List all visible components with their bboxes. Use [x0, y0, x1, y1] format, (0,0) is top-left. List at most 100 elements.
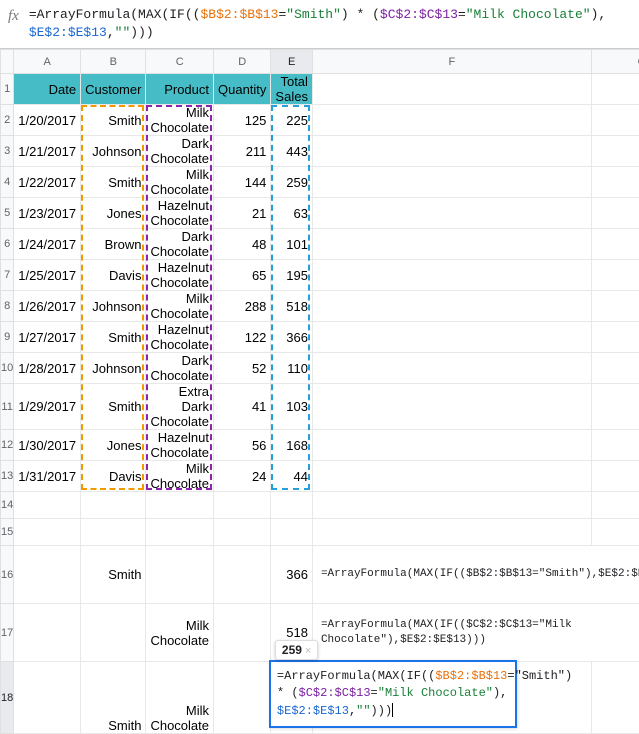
col-header-F[interactable]: F [312, 50, 591, 74]
cell[interactable] [591, 229, 639, 260]
cell[interactable]: 122 [214, 322, 271, 353]
cell[interactable]: Milk Chocolate [146, 604, 214, 662]
cell[interactable] [14, 604, 81, 662]
cell[interactable]: 168 [271, 430, 313, 461]
cell[interactable] [312, 74, 591, 105]
cell[interactable]: Hazelnut Chocolate [146, 260, 214, 291]
cell[interactable]: 366 [271, 322, 313, 353]
row-header[interactable]: 4 [1, 167, 14, 198]
row-header[interactable]: 9 [1, 322, 14, 353]
cell[interactable]: Date [14, 74, 81, 105]
cell[interactable]: 21 [214, 198, 271, 229]
cell[interactable]: Johnson [81, 353, 146, 384]
cell[interactable]: 259 [271, 167, 313, 198]
cell[interactable] [591, 74, 639, 105]
cell[interactable]: 366 [271, 546, 313, 604]
formula-bar-content[interactable]: =ArrayFormula(MAX(IF(($B$2:$B$13="Smith"… [29, 6, 631, 42]
cell[interactable]: 24 [214, 461, 271, 492]
cell[interactable] [14, 546, 81, 604]
cell[interactable] [591, 519, 639, 546]
cell[interactable] [591, 492, 639, 519]
row-header[interactable]: 3 [1, 136, 14, 167]
cell[interactable]: Smith [81, 167, 146, 198]
cell[interactable]: 41 [214, 384, 271, 430]
cell[interactable] [591, 167, 639, 198]
col-header-C[interactable]: C [146, 50, 214, 74]
cell[interactable] [312, 229, 591, 260]
cell[interactable]: Hazelnut Chocolate [146, 322, 214, 353]
cell[interactable] [214, 604, 271, 662]
cell[interactable] [214, 492, 271, 519]
row-header[interactable]: 18 [1, 662, 14, 734]
cell[interactable] [146, 546, 214, 604]
cell[interactable]: Jones [81, 198, 146, 229]
cell[interactable]: 1/25/2017 [14, 260, 81, 291]
cell[interactable]: 125 [214, 105, 271, 136]
cell[interactable] [214, 546, 271, 604]
cell[interactable]: Hazelnut Chocolate [146, 198, 214, 229]
row-header[interactable]: 8 [1, 291, 14, 322]
row-header[interactable]: 1 [1, 74, 14, 105]
tooltip-close-icon[interactable]: × [305, 645, 311, 657]
cell[interactable]: 44 [271, 461, 313, 492]
row-header[interactable]: 6 [1, 229, 14, 260]
cell[interactable] [591, 105, 639, 136]
row-header[interactable]: 2 [1, 105, 14, 136]
cell[interactable]: 144 [214, 167, 271, 198]
cell[interactable]: =ArrayFormula(MAX(IF(($B$2:$B$13="Smith"… [312, 546, 639, 604]
cell[interactable]: 1/31/2017 [14, 461, 81, 492]
select-all-corner[interactable] [1, 50, 14, 74]
cell[interactable]: 211 [214, 136, 271, 167]
cell[interactable]: 1/22/2017 [14, 167, 81, 198]
cell[interactable]: 1/20/2017 [14, 105, 81, 136]
cell[interactable]: Milk Chocolate [146, 167, 214, 198]
cell[interactable]: Milk Chocolate [146, 461, 214, 492]
cell[interactable]: 1/23/2017 [14, 198, 81, 229]
row-header[interactable]: 17 [1, 604, 14, 662]
cell[interactable] [312, 105, 591, 136]
cell[interactable] [214, 662, 271, 734]
cell[interactable]: 63 [271, 198, 313, 229]
cell[interactable] [271, 492, 313, 519]
cell[interactable] [214, 519, 271, 546]
cell[interactable]: 225 [271, 105, 313, 136]
spreadsheet-grid[interactable]: A B C D E F G 1 Date Customer Product Qu… [0, 49, 639, 734]
cell[interactable]: 195 [271, 260, 313, 291]
row-header[interactable]: 10 [1, 353, 14, 384]
cell[interactable]: Smith [81, 322, 146, 353]
row-header[interactable]: 14 [1, 492, 14, 519]
cell[interactable]: 48 [214, 229, 271, 260]
cell[interactable]: Smith [81, 546, 146, 604]
cell[interactable] [591, 136, 639, 167]
cell[interactable] [312, 322, 591, 353]
cell[interactable]: Extra Dark Chocolate [146, 384, 214, 430]
cell[interactable]: Smith [81, 662, 146, 734]
cell-editor[interactable]: =ArrayFormula(MAX(IF(($B$2:$B$13="Smith"… [269, 660, 517, 728]
cell[interactable]: Milk Chocolate [146, 291, 214, 322]
cell[interactable]: Dark Chocolate [146, 136, 214, 167]
cell[interactable]: 1/28/2017 [14, 353, 81, 384]
cell[interactable]: Dark Chocolate [146, 229, 214, 260]
cell[interactable]: 1/30/2017 [14, 430, 81, 461]
cell[interactable] [312, 430, 591, 461]
cell[interactable]: 65 [214, 260, 271, 291]
cell[interactable]: Jones [81, 430, 146, 461]
formula-bar[interactable]: fx =ArrayFormula(MAX(IF(($B$2:$B$13="Smi… [0, 0, 639, 49]
cell[interactable]: 101 [271, 229, 313, 260]
cell[interactable] [591, 198, 639, 229]
cell[interactable] [14, 662, 81, 734]
cell[interactable] [81, 604, 146, 662]
cell[interactable]: Customer [81, 74, 146, 105]
cell[interactable]: Product [146, 74, 214, 105]
cell[interactable]: Brown [81, 229, 146, 260]
cell[interactable] [146, 492, 214, 519]
cell[interactable]: 518 [271, 291, 313, 322]
cell[interactable] [312, 167, 591, 198]
row-header[interactable]: 15 [1, 519, 14, 546]
cell[interactable]: Quantity [214, 74, 271, 105]
cell[interactable]: Johnson [81, 291, 146, 322]
cell[interactable] [14, 519, 81, 546]
col-header-B[interactable]: B [81, 50, 146, 74]
cell[interactable] [591, 662, 639, 734]
row-header[interactable]: 11 [1, 384, 14, 430]
